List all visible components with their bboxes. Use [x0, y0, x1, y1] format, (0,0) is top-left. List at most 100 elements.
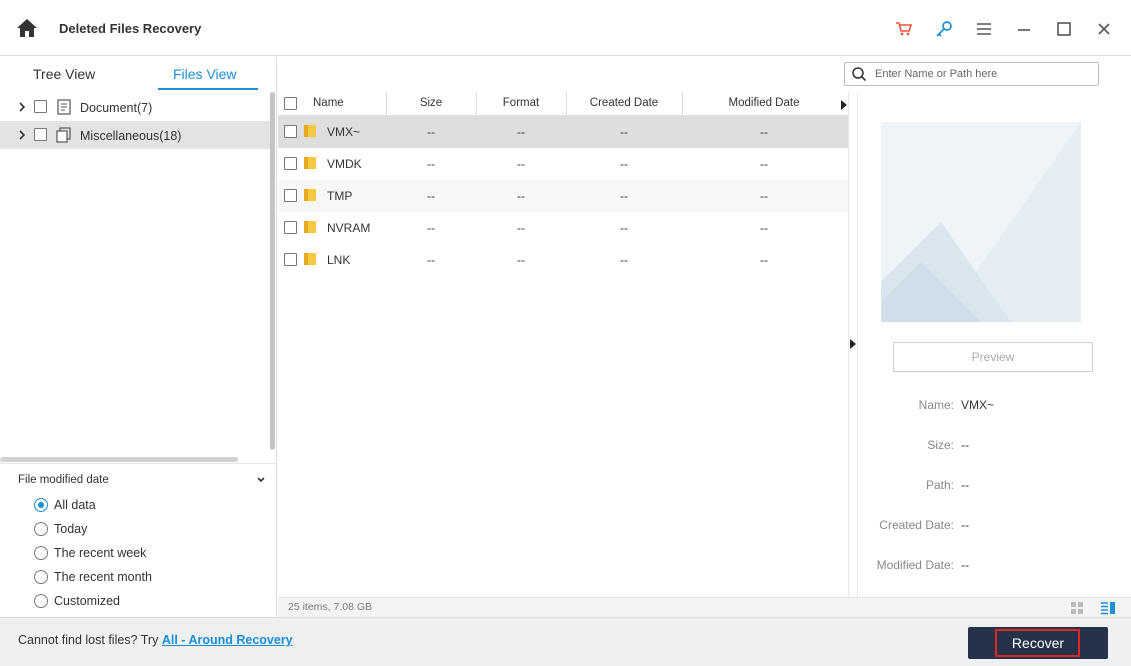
column-header-created-date[interactable]: Created Date: [566, 97, 682, 109]
radio-button[interactable]: [34, 498, 48, 512]
divider: [0, 463, 277, 464]
cart-icon[interactable]: [893, 18, 915, 40]
filter-title: File modified date: [18, 474, 109, 486]
sidebar-item-document[interactable]: Document(7): [0, 93, 270, 121]
row-checkbox[interactable]: [284, 157, 297, 170]
sidebar-item-label: Miscellaneous(18): [80, 129, 182, 143]
expand-arrow-icon[interactable]: [17, 101, 27, 113]
app-title: Deleted Files Recovery: [59, 21, 202, 36]
table-row[interactable]: NVRAM -- -- -- --: [278, 212, 848, 244]
column-header-name[interactable]: Name: [313, 97, 344, 109]
meta-path-label: Path:: [925, 478, 954, 492]
folder-icon: [303, 220, 317, 234]
sidebar-vertical-scrollbar[interactable]: [270, 92, 275, 450]
row-checkbox[interactable]: [284, 221, 297, 234]
meta-path-value: --: [961, 478, 969, 492]
status-bar: 25 items, 7.08 GB: [278, 597, 1131, 617]
file-table: Name Size Format Created Date Modified D…: [278, 92, 848, 597]
table-row[interactable]: VMDK -- -- -- --: [278, 148, 848, 180]
column-header-size[interactable]: Size: [386, 97, 476, 109]
sidebar-item-miscellaneous[interactable]: Miscellaneous(18): [0, 121, 270, 149]
folder-icon: [303, 252, 317, 266]
file-modified-date: --: [760, 125, 768, 139]
radio-button[interactable]: [34, 594, 48, 608]
chevron-down-icon[interactable]: [256, 474, 266, 484]
menu-icon[interactable]: [973, 18, 995, 40]
filter-option-label: Today: [54, 522, 88, 536]
footer-prompt: Cannot find lost files? Try All - Around…: [18, 633, 293, 647]
file-format: --: [517, 157, 525, 171]
minimize-icon[interactable]: [1013, 18, 1035, 40]
document-checkbox[interactable]: [34, 100, 47, 113]
close-icon[interactable]: [1093, 18, 1115, 40]
file-size: --: [427, 253, 435, 267]
table-row[interactable]: LNK -- -- -- --: [278, 244, 848, 276]
radio-button[interactable]: [34, 522, 48, 536]
miscellaneous-checkbox[interactable]: [34, 128, 47, 141]
file-modified-date: --: [760, 253, 768, 267]
row-checkbox[interactable]: [284, 189, 297, 202]
filter-option-label: Customized: [54, 594, 120, 608]
grid-view-icon[interactable]: [1070, 601, 1084, 615]
column-header-modified-date[interactable]: Modified Date: [682, 97, 846, 109]
all-around-recovery-link[interactable]: All - Around Recovery: [162, 633, 293, 647]
footer: Cannot find lost files? Try All - Around…: [0, 617, 1131, 666]
tab-files-view[interactable]: Files View: [173, 66, 237, 82]
footer-prompt-text: Cannot find lost files? Try: [18, 633, 162, 647]
meta-created-value: --: [961, 518, 969, 532]
row-checkbox[interactable]: [284, 253, 297, 266]
file-created-date: --: [620, 125, 628, 139]
meta-size-value: --: [961, 438, 969, 452]
filter-option-label: The recent month: [54, 570, 152, 584]
table-header: Name Size Format Created Date Modified D…: [278, 92, 848, 116]
folder-icon: [303, 188, 317, 202]
title-bar: Deleted Files Recovery: [0, 0, 1131, 56]
expand-arrow-icon[interactable]: [17, 129, 27, 141]
meta-name-value: VMX~: [961, 398, 995, 412]
home-icon[interactable]: [16, 18, 38, 38]
table-row[interactable]: VMX~ -- -- -- --: [278, 116, 848, 148]
file-size: --: [427, 189, 435, 203]
row-checkbox[interactable]: [284, 125, 297, 138]
search-input[interactable]: [875, 66, 1095, 82]
table-row[interactable]: TMP -- -- -- --: [278, 180, 848, 212]
file-size: --: [427, 157, 435, 171]
list-view-icon[interactable]: [1100, 601, 1116, 615]
file-modified-date: --: [760, 221, 768, 235]
view-tabs: Tree View Files View: [0, 57, 277, 91]
filter-option-label: The recent week: [54, 546, 147, 560]
recover-button[interactable]: Recover: [968, 627, 1108, 659]
preview-placeholder-image: [881, 122, 1081, 322]
active-tab-indicator: [158, 88, 258, 90]
file-format: --: [517, 253, 525, 267]
misc-icon: [56, 127, 72, 143]
radio-button[interactable]: [34, 546, 48, 560]
document-icon: [56, 99, 72, 115]
maximize-icon[interactable]: [1053, 18, 1075, 40]
key-icon[interactable]: [933, 18, 955, 40]
file-modified-date: --: [760, 189, 768, 203]
file-format: --: [517, 189, 525, 203]
column-header-format[interactable]: Format: [476, 97, 566, 109]
select-all-checkbox[interactable]: [284, 97, 297, 110]
meta-size-label: Size:: [927, 438, 954, 452]
scroll-columns-arrow-icon[interactable]: [841, 99, 847, 110]
file-name: LNK: [327, 253, 351, 267]
status-summary: 25 items, 7.08 GB: [288, 601, 373, 613]
file-name: VMX~: [327, 125, 361, 139]
file-format: --: [517, 125, 525, 139]
file-size: --: [427, 221, 435, 235]
left-panel: Tree View Files View Document(7) Miscell…: [0, 57, 277, 617]
tab-tree-view[interactable]: Tree View: [33, 66, 95, 82]
file-name: VMDK: [327, 157, 362, 171]
preview-button[interactable]: Preview: [893, 342, 1093, 372]
folder-icon: [303, 156, 317, 170]
sidebar-horizontal-scrollbar[interactable]: [0, 457, 238, 462]
collapse-preview-arrow-icon[interactable]: [850, 338, 856, 349]
search-icon: [851, 66, 867, 82]
radio-button[interactable]: [34, 570, 48, 584]
search-box[interactable]: [844, 62, 1099, 86]
recover-button-label: Recover: [1011, 635, 1065, 651]
meta-name-label: Name:: [918, 398, 954, 412]
meta-modified-label: Modified Date:: [876, 558, 954, 572]
